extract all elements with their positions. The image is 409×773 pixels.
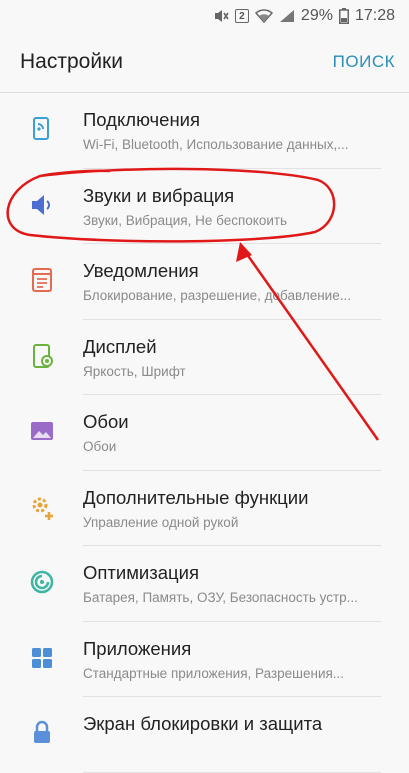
page-title: Настройки	[20, 50, 123, 73]
mute-icon	[213, 9, 229, 23]
settings-item-title: Оптимизация	[83, 562, 199, 583]
settings-item-subtitle: Яркость, Шрифт	[83, 363, 186, 379]
settings-item[interactable]: Уведомления Блокирование, разрешение, доб…	[0, 244, 409, 320]
settings-item-title: Уведомления	[83, 260, 199, 281]
settings-item[interactable]: Приложения Стандартные приложения, Разреш…	[0, 622, 409, 697]
settings-item[interactable]: Дополнительные функции Управление одной р…	[0, 471, 409, 546]
app-bar: Настройки ПОИСК	[0, 32, 409, 92]
search-button[interactable]: ПОИСК	[333, 52, 395, 72]
settings-item-subtitle: Управление одной рукой	[83, 514, 239, 530]
settings-item[interactable]: Оптимизация Батарея, Память, ОЗУ, Безопас…	[0, 546, 409, 622]
wifi-icon	[254, 9, 273, 23]
battery-icon	[338, 8, 349, 24]
battery-percent: 29%	[300, 7, 333, 24]
settings-list: Подключения Wi-Fi, Bluetooth, Использован…	[0, 93, 409, 773]
speaker-icon	[28, 191, 56, 219]
settings-item-title: Подключения	[83, 109, 201, 130]
settings-item[interactable]: Экран блокировки и защита	[0, 697, 409, 773]
settings-item-title: Дополнительные функции	[83, 486, 309, 508]
settings-item-subtitle: Блокирование, разрешение, добавление...	[83, 288, 351, 303]
optimization-icon	[28, 568, 56, 596]
notification-badge-icon: 2	[234, 9, 249, 23]
settings-item-subtitle: Обои	[83, 439, 117, 454]
settings-item-title: Звуки и вибрация	[83, 184, 235, 206]
settings-item[interactable]: Обои Обои	[0, 395, 409, 471]
settings-item-subtitle: Стандартные приложения, Разрешения...	[83, 665, 345, 681]
settings-item-subtitle: Wi-Fi, Bluetooth, Использование данных,.…	[83, 137, 349, 152]
status-bar: 2 29% 17:28	[0, 0, 409, 32]
wallpaper-icon	[28, 417, 56, 445]
settings-item-title: Обои	[83, 411, 129, 432]
settings-item[interactable]: Подключения Wi-Fi, Bluetooth, Использован…	[0, 93, 409, 169]
settings-item-title: Приложения	[83, 637, 192, 659]
divider	[83, 771, 381, 773]
notifications-icon	[28, 266, 56, 294]
display-icon	[28, 342, 56, 370]
settings-item-subtitle: Звуки, Вибрация, Не беспокоить	[83, 212, 288, 228]
signal-icon	[279, 9, 295, 23]
connections-icon	[28, 115, 56, 143]
advanced-features-icon	[28, 493, 56, 521]
settings-item[interactable]: Звуки и вибрация Звуки, Вибрация, Не бесп…	[0, 169, 409, 244]
settings-item[interactable]: Дисплей Яркость, Шрифт	[0, 320, 409, 395]
settings-item-subtitle: Батарея, Память, ОЗУ, Безопасность устр.…	[83, 590, 358, 605]
settings-item-title: Дисплей	[83, 335, 157, 357]
lock-screen-icon	[28, 719, 56, 747]
clock: 17:28	[354, 7, 395, 24]
settings-item-title: Экран блокировки и защита	[83, 713, 323, 734]
apps-icon	[28, 644, 56, 672]
